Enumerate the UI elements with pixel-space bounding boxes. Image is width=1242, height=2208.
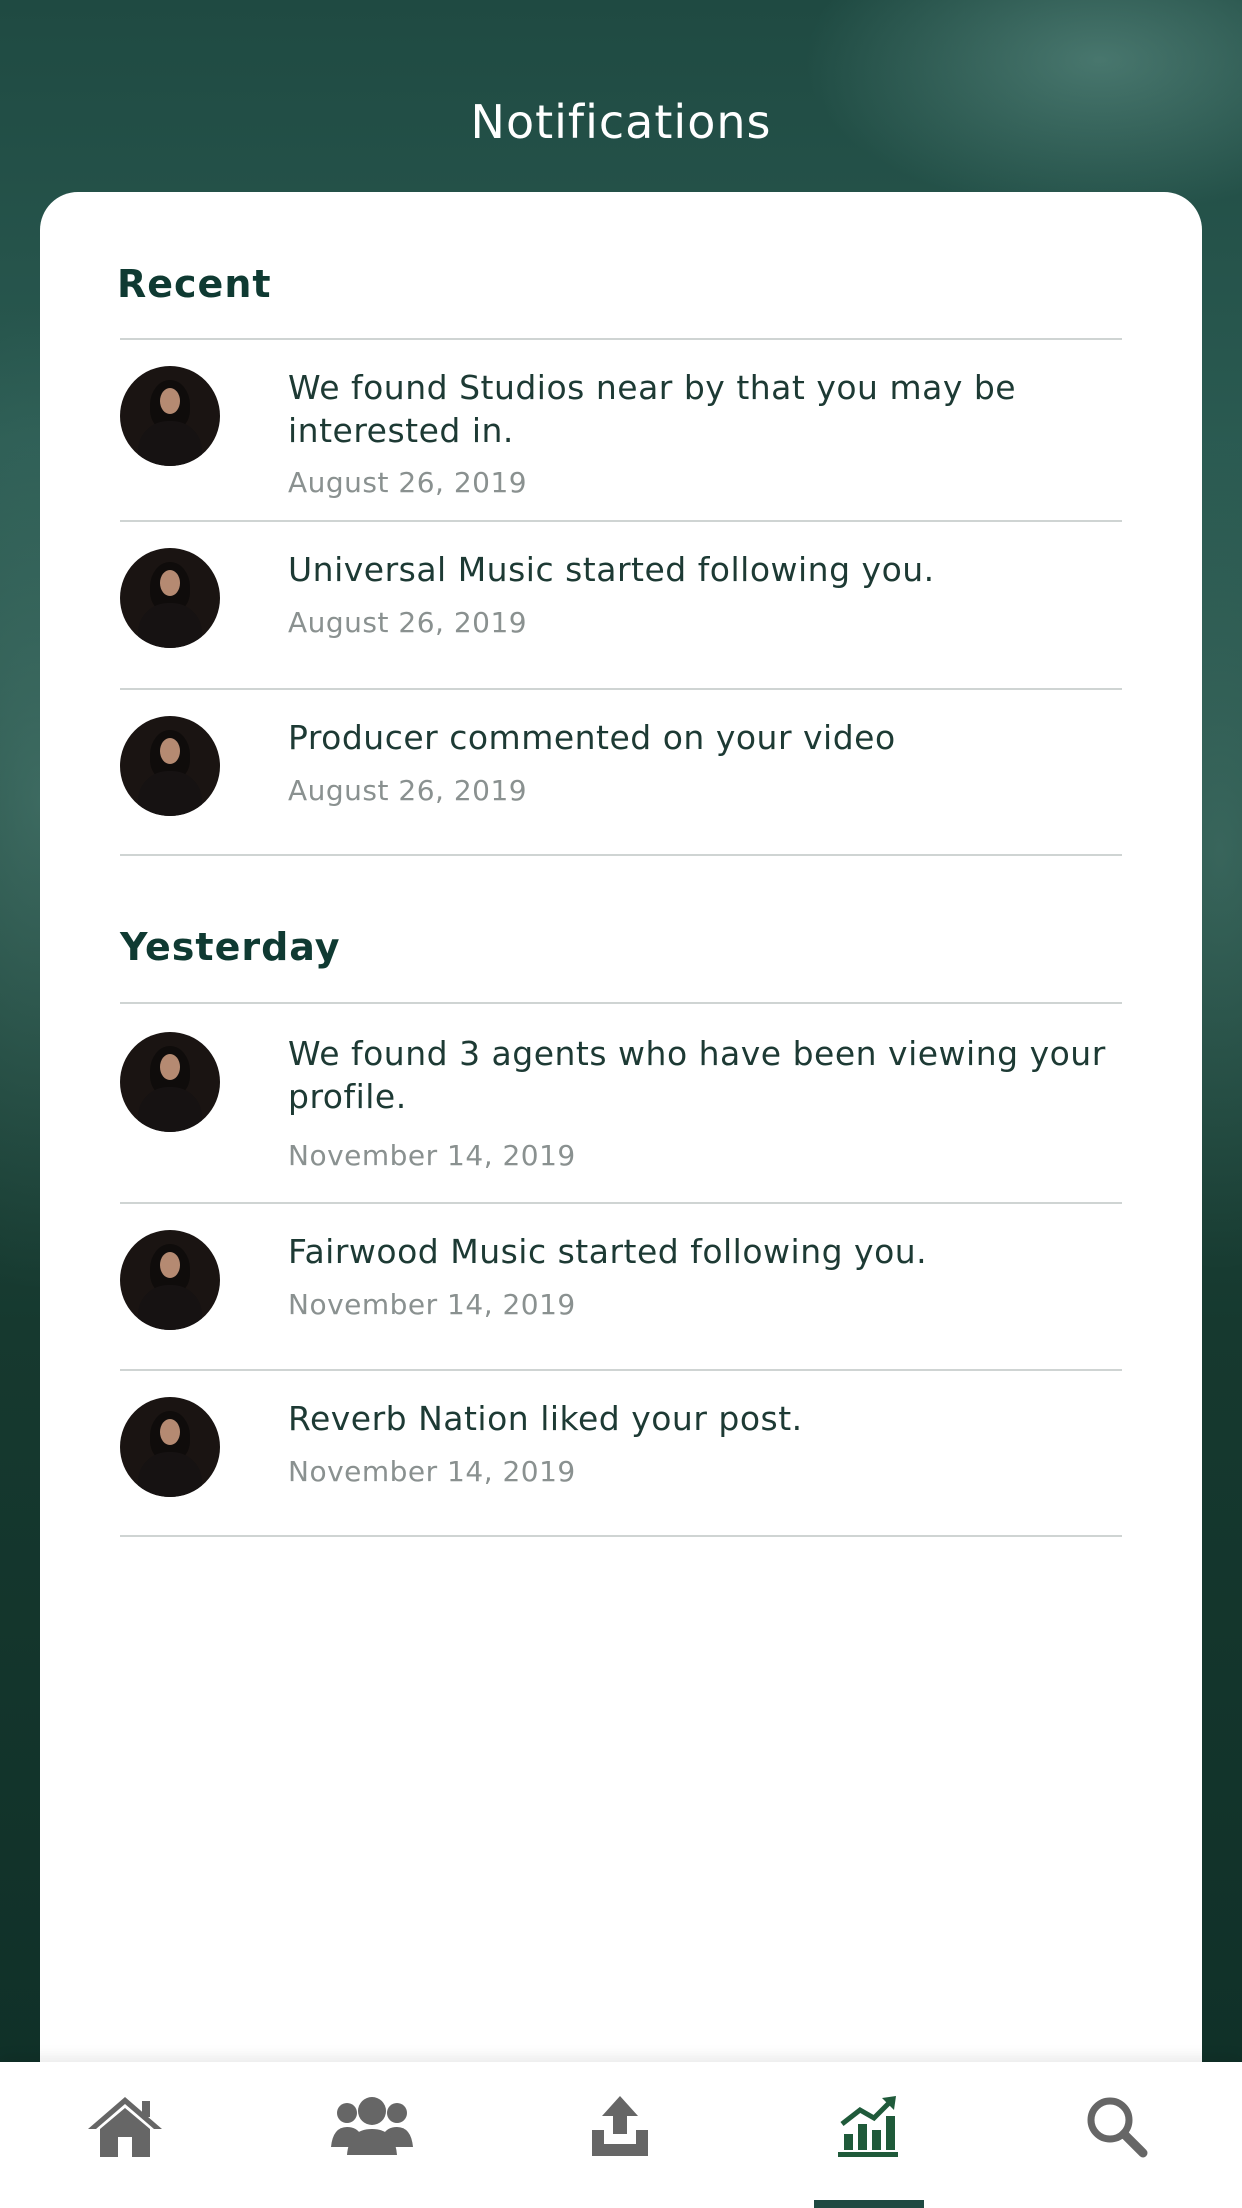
section-title-recent: Recent xyxy=(117,262,272,306)
avatar xyxy=(120,716,220,816)
bottom-tab-bar xyxy=(0,2062,1242,2208)
section-title-yesterday: Yesterday xyxy=(120,925,341,969)
active-tab-indicator xyxy=(814,2200,924,2208)
avatar xyxy=(120,1397,220,1497)
notification-date: November 14, 2019 xyxy=(288,1139,576,1172)
notification-date: August 26, 2019 xyxy=(288,606,528,639)
notification-item[interactable]: We found 3 agents who have been viewing … xyxy=(120,1004,1122,1202)
notification-date: August 26, 2019 xyxy=(288,466,528,499)
notification-item[interactable]: Producer commented on your video August … xyxy=(120,690,1122,856)
home-icon xyxy=(88,2097,162,2158)
notification-message: We found 3 agents who have been viewing … xyxy=(288,1034,1106,1116)
avatar xyxy=(120,548,220,648)
upload-icon xyxy=(592,2096,648,2157)
notification-message: Fairwood Music started following you. xyxy=(288,1232,928,1271)
notification-message: Producer commented on your video xyxy=(288,718,896,757)
tab-home[interactable] xyxy=(35,2062,215,2208)
tab-users[interactable] xyxy=(282,2062,462,2208)
avatar xyxy=(120,1230,220,1330)
tab-stats[interactable] xyxy=(778,2062,958,2208)
search-icon xyxy=(1087,2097,1148,2158)
notification-date: August 26, 2019 xyxy=(288,774,528,807)
users-icon xyxy=(331,2097,413,2156)
divider xyxy=(120,1535,1122,1537)
page-title: Notifications xyxy=(470,95,772,149)
avatar xyxy=(120,366,220,466)
notification-item[interactable]: We found Studios near by that you may be… xyxy=(120,338,1122,522)
notification-date: November 14, 2019 xyxy=(288,1455,576,1488)
notification-item[interactable]: Fairwood Music started following you. No… xyxy=(120,1204,1122,1370)
notification-item[interactable]: Reverb Nation liked your post. November … xyxy=(120,1371,1122,1537)
avatar xyxy=(120,1032,220,1132)
notification-message: We found Studios near by that you may be… xyxy=(288,368,1017,450)
stats-icon xyxy=(838,2096,898,2158)
notifications-card: Recent We found Studios near by that you… xyxy=(40,192,1202,2152)
notification-message: Reverb Nation liked your post. xyxy=(288,1399,803,1438)
notification-date: November 14, 2019 xyxy=(288,1288,576,1321)
notification-message: Universal Music started following you. xyxy=(288,550,935,589)
tab-upload[interactable] xyxy=(530,2062,710,2208)
tab-search[interactable] xyxy=(1026,2062,1206,2208)
divider xyxy=(120,854,1122,856)
notification-item[interactable]: Universal Music started following you. A… xyxy=(120,522,1122,688)
